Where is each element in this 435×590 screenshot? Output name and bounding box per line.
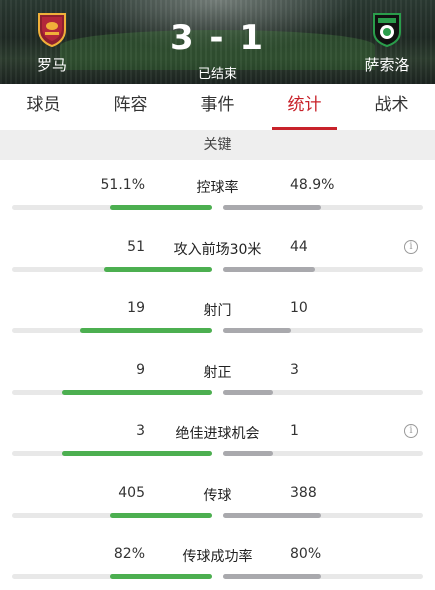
stat-home-bar <box>12 266 212 272</box>
stat-home-bar-fill <box>80 328 212 333</box>
away-team[interactable]: 萨索洛 <box>357 12 417 75</box>
stat-home-value: 51.1% <box>100 177 145 193</box>
section-header-key: 关键 <box>0 130 435 160</box>
stat-home-value: 9 <box>136 361 145 378</box>
stat-home-bar <box>12 451 212 456</box>
stat-row: 19 射门 10 <box>0 283 435 345</box>
stat-home-bar <box>12 205 212 210</box>
stat-away-bar <box>223 512 423 518</box>
away-team-name: 萨索洛 <box>364 56 410 74</box>
stat-away-bar-fill <box>223 205 321 210</box>
stat-away-bar-fill <box>223 512 321 518</box>
stat-home-value: 82% <box>113 546 145 562</box>
stat-home-bar <box>12 574 212 579</box>
stat-home-bar-fill <box>62 389 212 395</box>
stat-away-bar <box>223 205 423 210</box>
stat-away-value: 10 <box>290 300 308 316</box>
stat-label: 绝佳进球机会 <box>175 426 260 442</box>
stat-home-value: 405 <box>118 484 145 501</box>
sassuolo-badge-icon <box>373 13 401 48</box>
stat-label: 传球成功率 <box>182 549 253 565</box>
stat-row: 82% 传球成功率 80% <box>0 529 435 590</box>
stat-away-bar <box>223 451 423 456</box>
stat-label: 传球 <box>203 487 232 504</box>
stat-label: 射正 <box>203 364 232 381</box>
stat-label: 控球率 <box>196 180 239 196</box>
stat-away-bar <box>223 574 423 579</box>
stat-home-bar <box>12 512 212 518</box>
stat-away-bar <box>223 328 423 333</box>
stat-away-bar <box>223 266 423 272</box>
stat-away-value: 388 <box>290 484 317 501</box>
stat-away-bar-fill <box>223 266 315 272</box>
stat-home-bar <box>12 328 212 333</box>
info-icon[interactable]: i <box>404 424 418 438</box>
stat-away-bar <box>223 389 423 395</box>
tab-players[interactable]: 球员 <box>0 84 87 130</box>
stat-home-bar-fill <box>109 205 212 210</box>
stat-home-bar-fill <box>62 451 212 456</box>
stat-home-bar-fill <box>104 266 212 272</box>
stat-away-value: 48.9% <box>290 177 335 193</box>
stat-home-bar-fill <box>110 512 212 518</box>
stats-list: 51.1% 控球率 48.9% 51 攻入前场30米 44 i 19 射门 10… <box>0 160 435 590</box>
tab-bar: 球员 阵容 事件 统计 战术 <box>0 84 435 130</box>
stat-away-value: 80% <box>290 546 322 562</box>
stat-home-value: 3 <box>136 423 145 439</box>
stat-row: 51 攻入前场30米 44 i <box>0 222 435 284</box>
stat-row: 9 射正 3 <box>0 345 435 407</box>
stat-row: 3 绝佳进球机会 1 i <box>0 406 435 468</box>
tab-events[interactable]: 事件 <box>174 84 261 130</box>
stat-away-bar-fill <box>223 451 273 456</box>
tab-tactics[interactable]: 战术 <box>348 84 435 130</box>
match-header: 罗马 3 - 1 已结束 萨索洛 <box>0 0 435 84</box>
stat-row: 405 传球 388 <box>0 468 435 530</box>
stat-away-bar-fill <box>223 389 273 395</box>
stat-away-value: 1 <box>290 423 299 439</box>
tab-lineup[interactable]: 阵容 <box>87 84 174 130</box>
stat-away-bar-fill <box>223 574 321 579</box>
stat-home-bar-fill <box>110 574 212 579</box>
stat-away-bar-fill <box>223 328 291 333</box>
stat-label: 攻入前场30米 <box>173 241 262 258</box>
stat-home-value: 19 <box>127 300 145 316</box>
stat-away-value: 3 <box>290 361 299 378</box>
stat-row: 51.1% 控球率 48.9% <box>0 160 435 222</box>
stat-label: 射门 <box>203 303 232 319</box>
stat-away-value: 44 <box>290 238 308 255</box>
tab-stats[interactable]: 统计 <box>261 84 348 130</box>
info-icon[interactable]: i <box>404 239 418 254</box>
stat-home-bar <box>12 389 212 395</box>
stat-home-value: 51 <box>127 238 145 255</box>
